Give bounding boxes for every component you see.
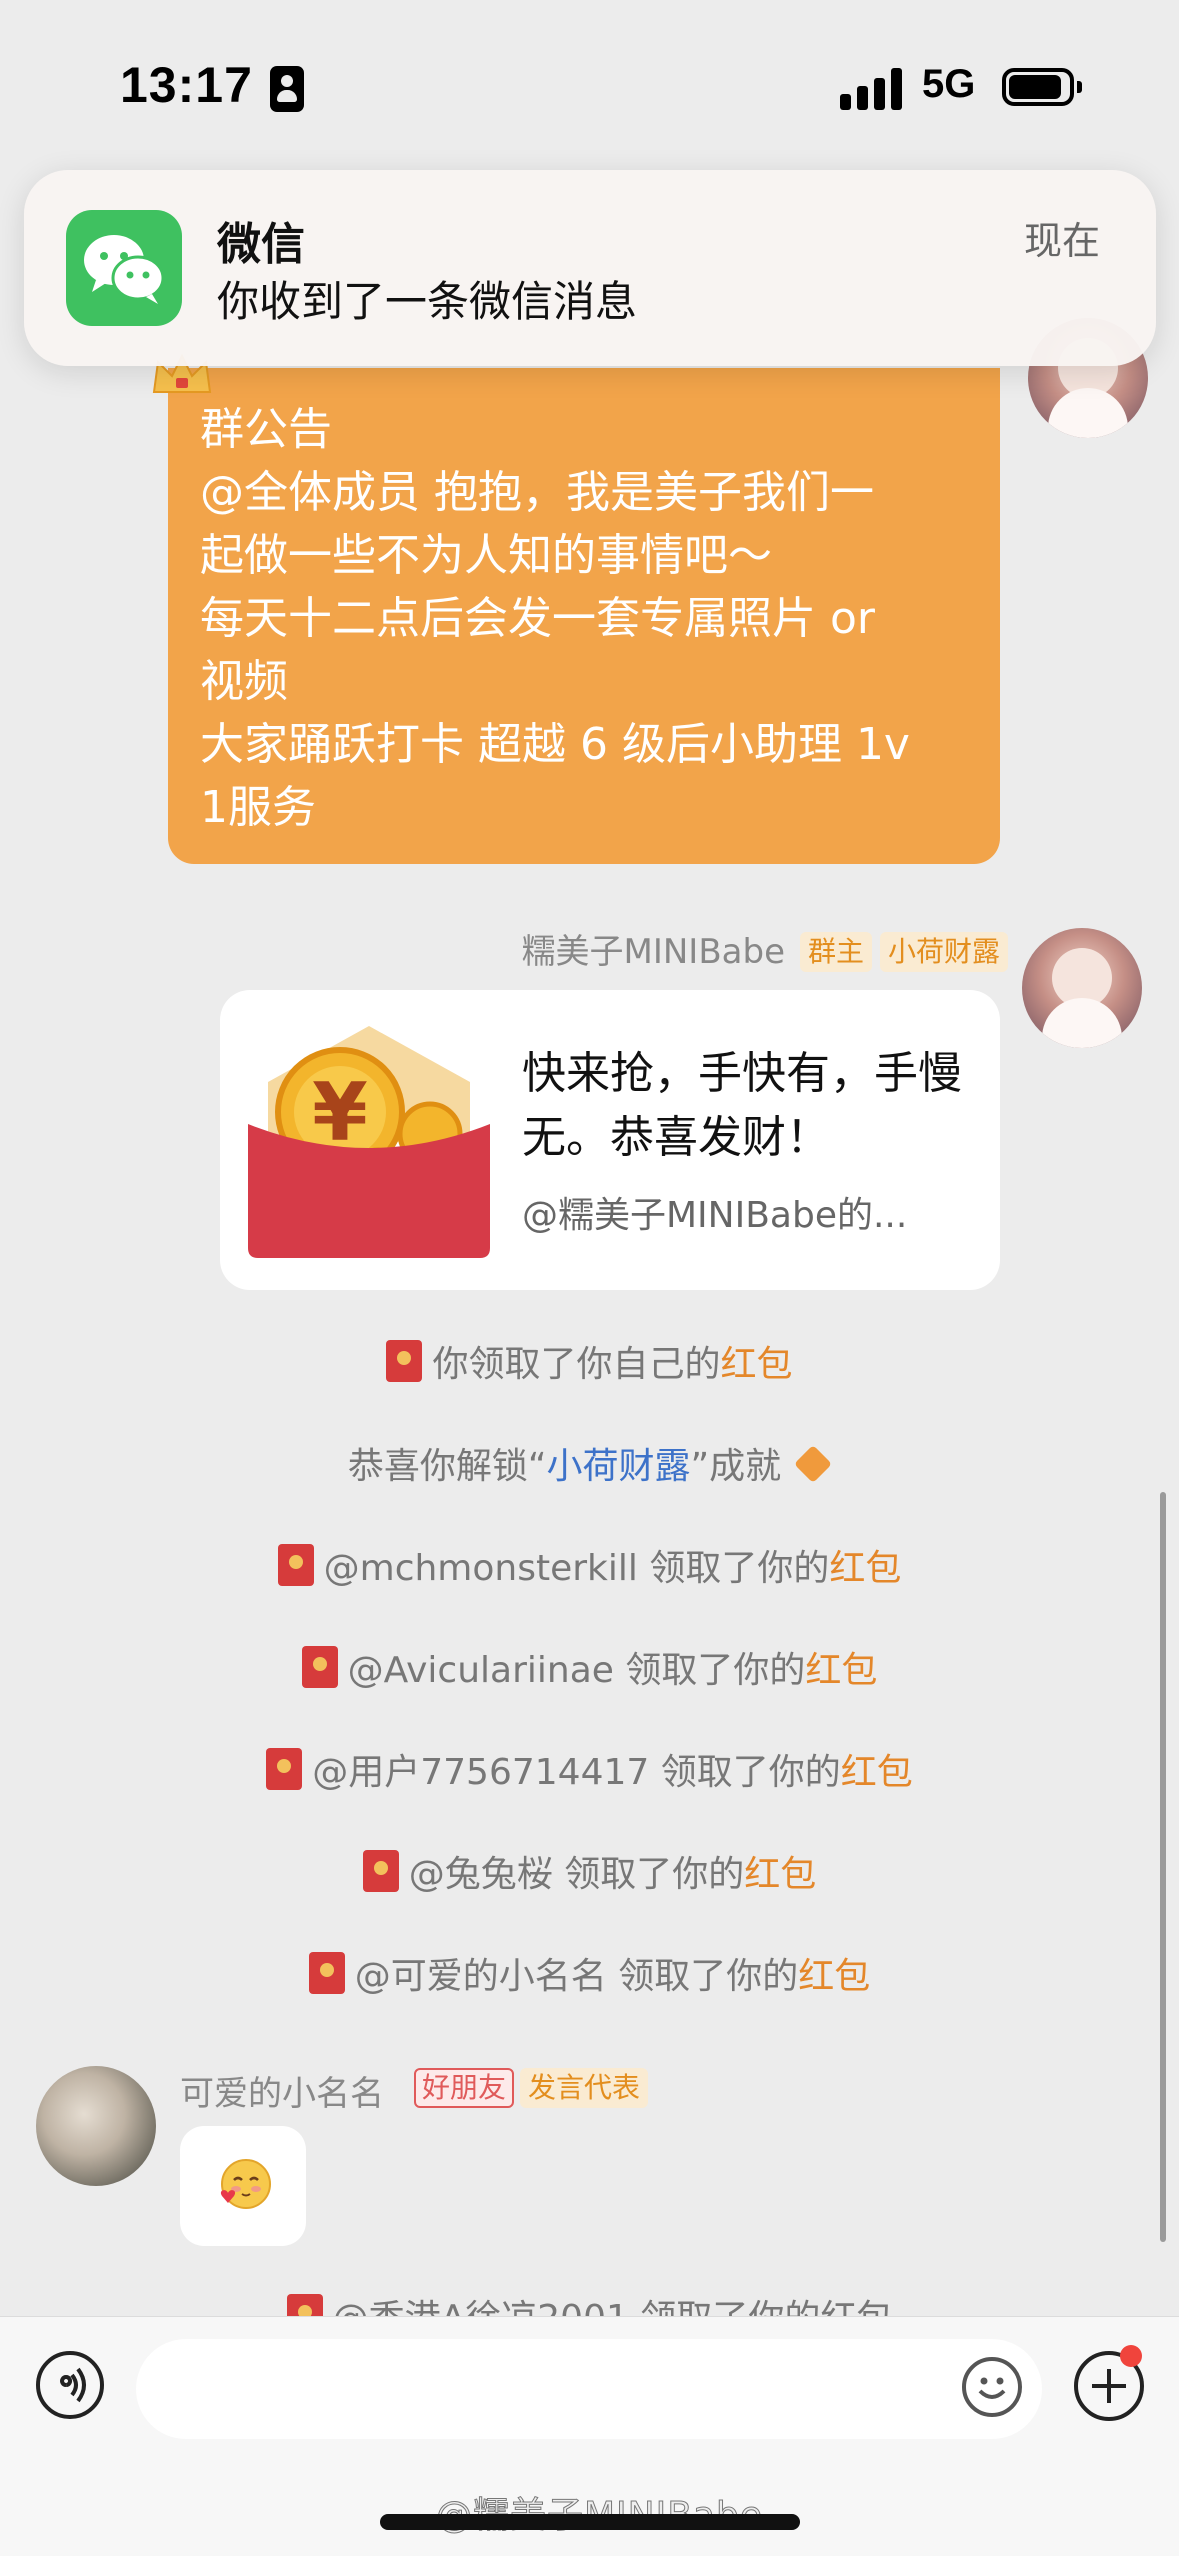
blushing-heart-emoji-icon [220, 2159, 271, 2209]
achievement-link[interactable]: 小荷财露 [546, 1446, 690, 1487]
status-bar: 13:17 5G [0, 0, 1179, 170]
system-message: @mchmonsterkill 领取了你的红包 [0, 1544, 1179, 1594]
red-packet-link[interactable]: 红包 [798, 1956, 870, 1997]
signal-icon [840, 68, 902, 110]
sender-name: 糯美子MINIBabe [521, 932, 785, 972]
red-packet-link[interactable]: 红包 [841, 1752, 913, 1793]
notification-dot [1120, 2345, 1142, 2367]
announcement-line: 视频 [200, 656, 288, 707]
announcement-line: 1服务 [200, 782, 316, 833]
voice-icon [60, 2367, 86, 2403]
system-message: 你领取了你自己的红包 [0, 1340, 1179, 1390]
announcement-line: 起做一些不为人知的事情吧～ [200, 530, 772, 581]
system-message: @用户7756714417 领取了你的红包 [0, 1748, 1179, 1798]
red-packet-small-icon [266, 1748, 303, 1790]
red-packet-small-icon [386, 1340, 423, 1382]
red-packet-small-icon [301, 1646, 338, 1688]
red-packet-message: 快来抢，手快有，手慢无。恭喜发财！ [522, 1048, 962, 1163]
system-message-partial: @香港A徐凉2001 领取了你的红包 [0, 2294, 1179, 2318]
notification-time: 现在 [1023, 219, 1100, 263]
emoji-message-bubble[interactable] [180, 2126, 306, 2246]
red-packet-small-icon [277, 1544, 314, 1586]
announcement-line: @全体成员 抱抱，我是美子我们一 [200, 467, 874, 518]
red-packet-link[interactable]: 红包 [829, 1548, 901, 1589]
avatar-host[interactable] [1022, 928, 1142, 1048]
red-packet-link[interactable]: 红包 [805, 1650, 877, 1691]
chat-scrollbar[interactable] [1160, 1492, 1166, 2242]
badge-group-owner: 群主 [800, 932, 873, 972]
red-packet-link[interactable]: 红包 [721, 1344, 793, 1385]
message-input[interactable] [136, 2339, 1042, 2439]
status-time: 13:17 [120, 57, 253, 113]
voice-input-button[interactable] [36, 2351, 104, 2419]
red-packet-small-icon [286, 2294, 323, 2318]
badge-achievement: 小荷财露 [880, 932, 1009, 972]
watermark: @糯美子MINIBabe [436, 2486, 763, 2538]
person-id-icon [270, 66, 304, 112]
home-indicator[interactable] [380, 2514, 800, 2530]
system-message: @可爱的小名名 领取了你的红包 [0, 1952, 1179, 2002]
emoji-button[interactable] [962, 2357, 1022, 2417]
announcement-line: 每天十二点后会发一套专属照片 or [200, 593, 875, 644]
red-packet-link[interactable]: 红包 [744, 1854, 816, 1895]
notification-app-name: 微信 [217, 219, 305, 270]
system-message: @Aviculariinae 领取了你的红包 [0, 1646, 1179, 1696]
announcement-line: 大家踊跃打卡 超越 6 级后小助理 1v [200, 719, 910, 770]
red-packet-card[interactable]: ¥ 快来抢，手快有，手慢无。恭喜发财！ @糯美子MINIBabe的... [220, 990, 1000, 1290]
system-message: @兔兔桜 领取了你的红包 [0, 1850, 1179, 1900]
announcement-title: 群公告 [200, 404, 332, 455]
red-packet-sender: @糯美子MINIBabe的... [522, 1195, 908, 1236]
network-type: 5G [922, 62, 976, 106]
battery-icon [1002, 68, 1082, 106]
gift-box-icon [794, 1444, 833, 1484]
group-announcement-bubble[interactable]: 群公告 @全体成员 抱抱，我是美子我们一 起做一些不为人知的事情吧～ 每天十二点… [168, 368, 1000, 864]
notification-banner[interactable]: 微信 你收到了一条微信消息 现在 [24, 170, 1156, 366]
wechat-app-icon [66, 210, 182, 326]
badge-speaker: 发言代表 [520, 2068, 649, 2108]
red-packet-small-icon [362, 1850, 399, 1892]
achievement-message: 恭喜你解锁“小荷财露”成就 [0, 1442, 1179, 1492]
smiley-icon [978, 2377, 1006, 2399]
notification-message: 你收到了一条微信消息 [217, 277, 638, 326]
red-packet-icon: ¥ [248, 1026, 490, 1258]
avatar-friend[interactable] [36, 2066, 156, 2186]
red-packet-small-icon [308, 1952, 345, 1994]
sender-name: 可爱的小名名 [180, 2074, 384, 2114]
badge-good-friend: 好朋友 [414, 2068, 515, 2108]
